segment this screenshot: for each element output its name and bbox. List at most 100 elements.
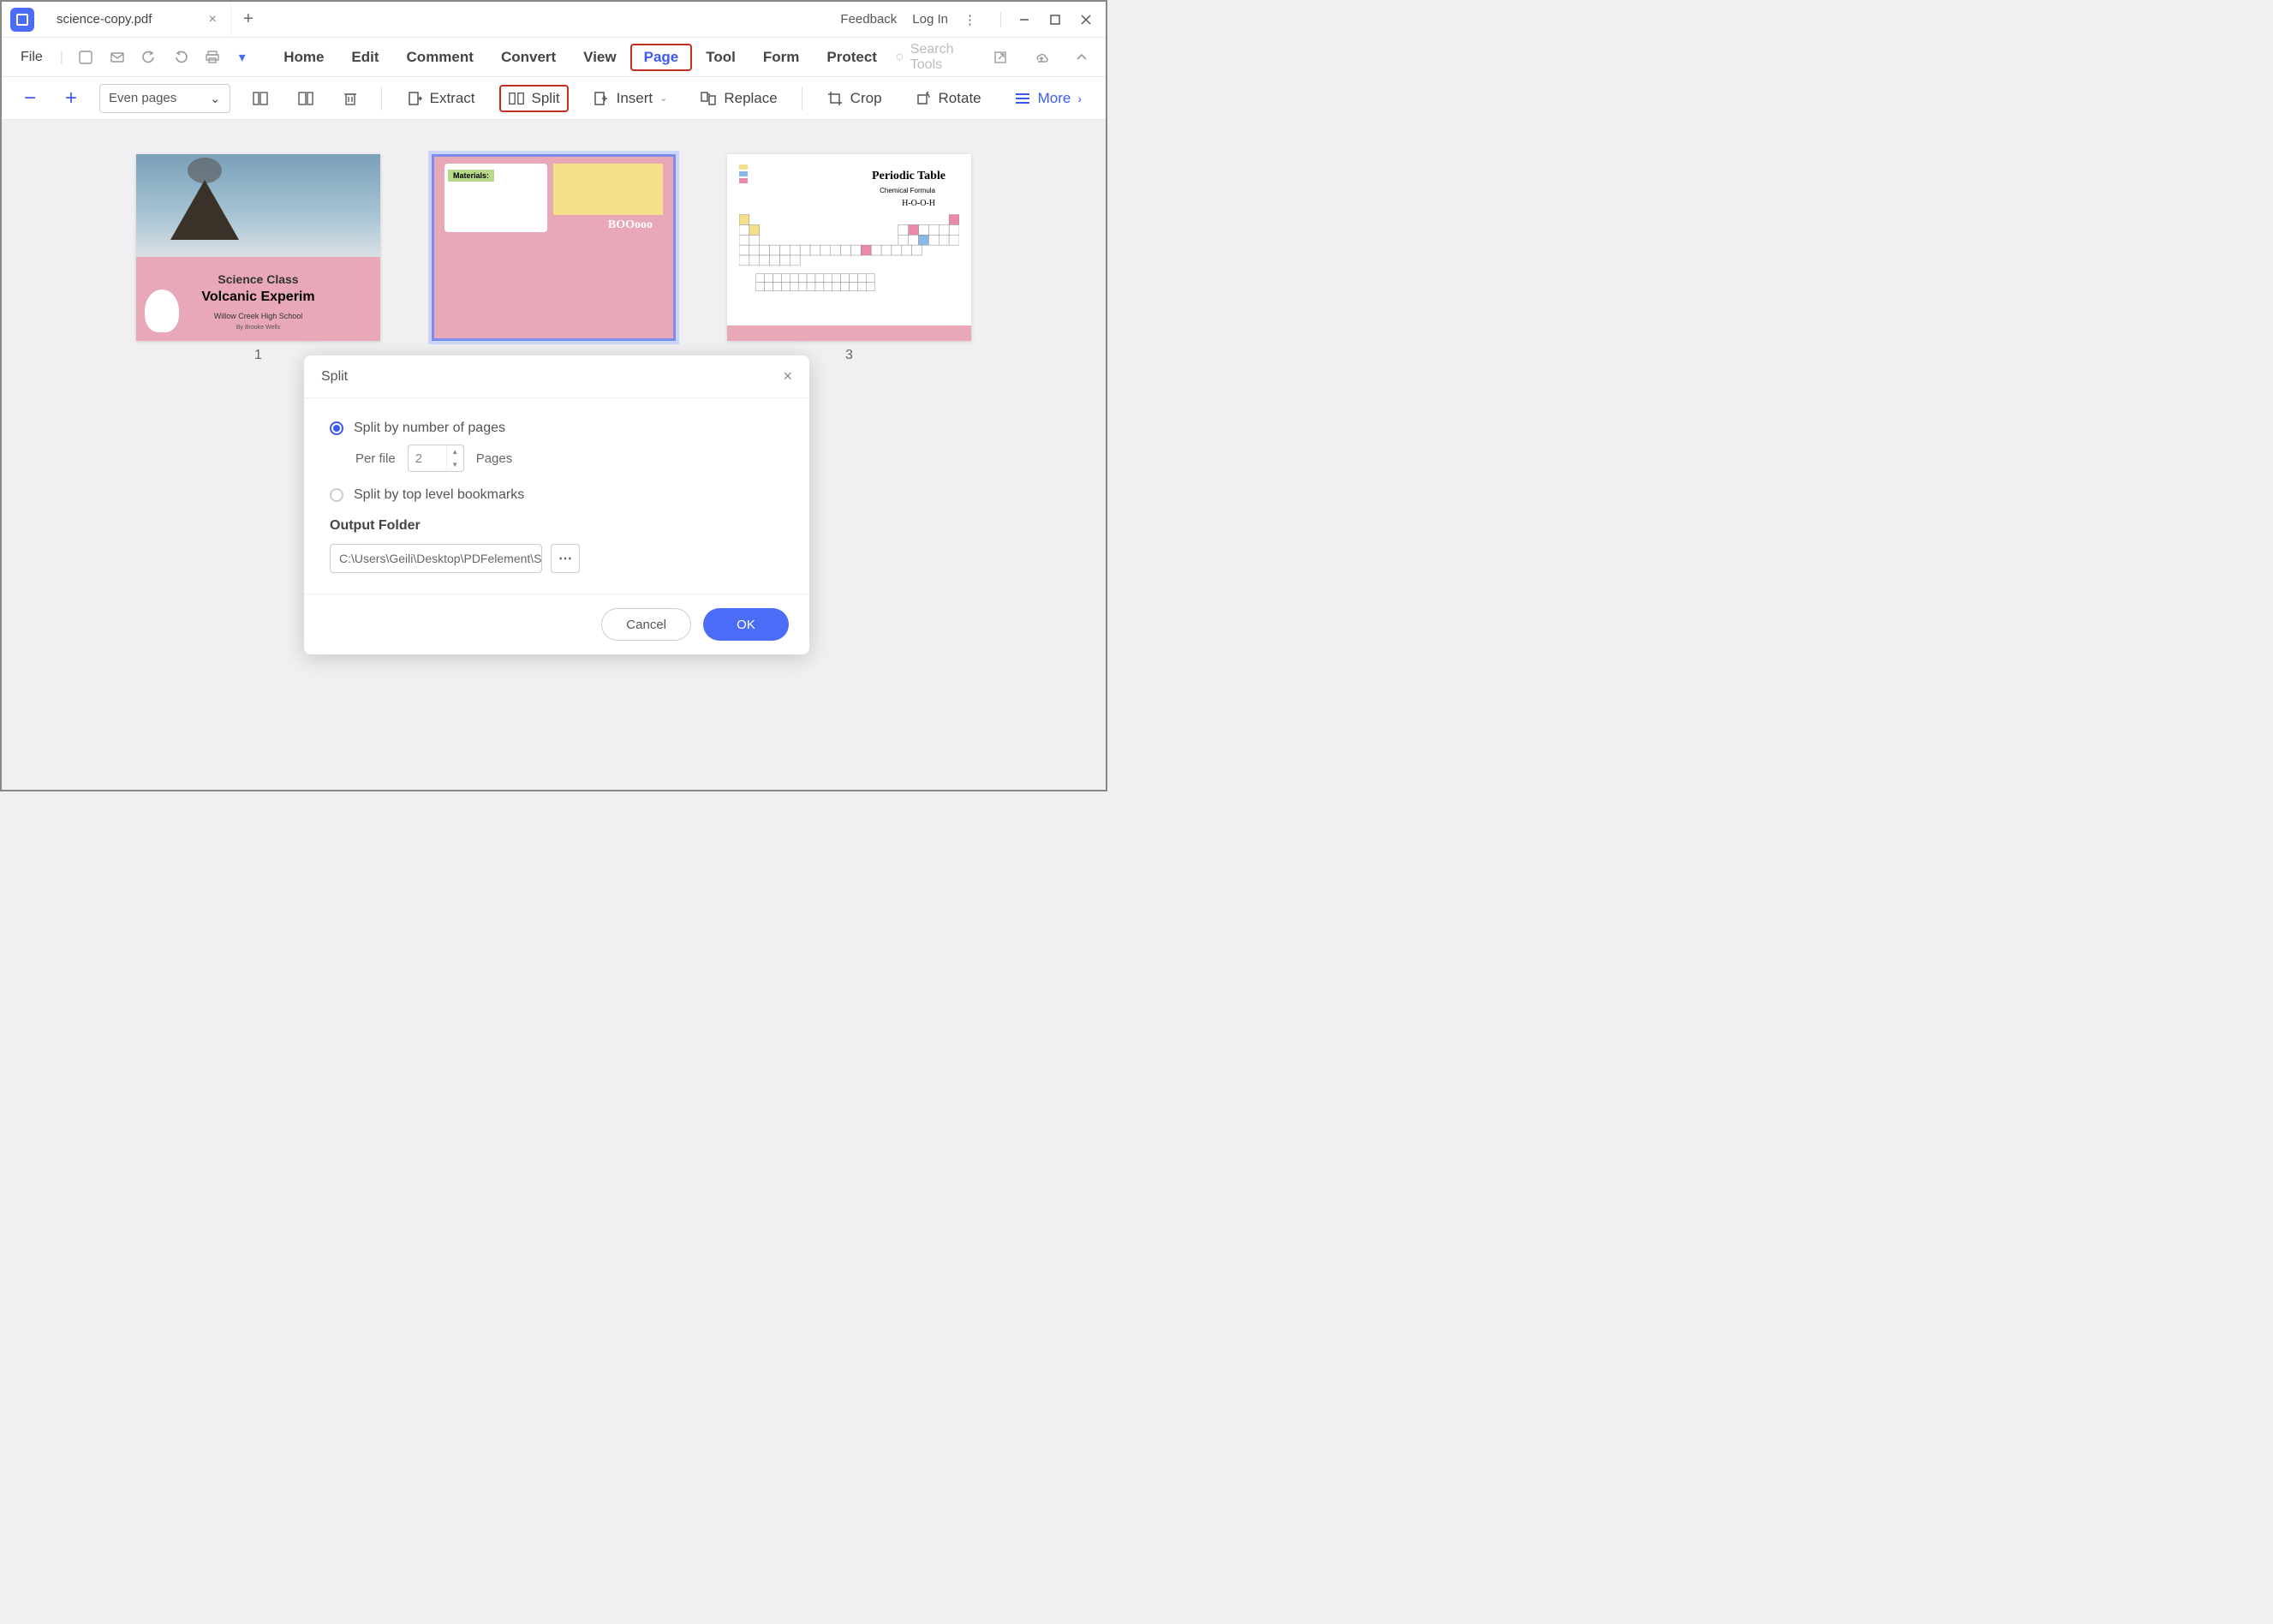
more-button[interactable]: More › (1005, 85, 1090, 112)
app-logo-icon (10, 8, 34, 32)
new-tab-button[interactable]: + (243, 9, 254, 29)
per-file-value: 2 (409, 445, 446, 471)
page-number-1: 1 (254, 348, 262, 363)
chevron-right-icon: › (1077, 92, 1082, 105)
menu-convert[interactable]: Convert (487, 44, 570, 71)
menu-home[interactable]: Home (270, 44, 337, 71)
rotate-icon (915, 90, 932, 107)
file-menu[interactable]: File (12, 50, 51, 65)
close-tab-icon[interactable]: × (209, 12, 217, 27)
page-number-3: 3 (845, 348, 853, 363)
stepper-down-icon[interactable]: ▼ (447, 458, 463, 471)
delete-page-icon[interactable] (341, 88, 361, 109)
thumb3-formula: H-O-O-H (902, 199, 935, 208)
pages-suffix-label: Pages (476, 451, 513, 466)
quick-access-dropdown-icon[interactable]: ▾ (233, 47, 251, 68)
thumb2-boo: BOOooo (608, 218, 653, 232)
more-icon (1014, 90, 1031, 107)
page-layout-right-icon[interactable] (295, 88, 315, 109)
redo-icon[interactable] (172, 47, 190, 68)
dialog-close-icon[interactable]: × (783, 367, 792, 385)
document-tab[interactable]: science-copy.pdf × (43, 2, 231, 37)
split-dialog: Split × Split by number of pages Per fil… (304, 355, 809, 654)
page-toolbar: − + Even pages ⌄ Extract Split Insert ⌄ … (2, 77, 1106, 120)
more-label: More (1038, 90, 1071, 107)
menu-view[interactable]: View (570, 44, 629, 71)
menu-comment[interactable]: Comment (393, 44, 487, 71)
mail-icon[interactable] (109, 47, 127, 68)
titlebar: science-copy.pdf × + Feedback Log In ⋮ (2, 2, 1106, 38)
split-button[interactable]: Split (499, 85, 569, 112)
ok-button[interactable]: OK (703, 608, 789, 641)
stepper-up-icon[interactable]: ▲ (447, 445, 463, 458)
periodic-table-icon (739, 214, 959, 300)
crop-button[interactable]: Crop (818, 85, 891, 112)
cloud-icon[interactable] (1033, 47, 1049, 68)
thumb1-line1: Science Class (136, 272, 380, 286)
chevron-down-icon: ⌄ (659, 93, 667, 104)
menu-edit[interactable]: Edit (337, 44, 392, 71)
thumb3-sub: Chemical Formula (880, 187, 935, 194)
more-menu-icon[interactable]: ⋮ (963, 12, 976, 27)
thumb1-line3: Willow Creek High School (136, 312, 380, 320)
save-icon[interactable] (77, 47, 95, 68)
menu-protect[interactable]: Protect (813, 44, 891, 71)
print-icon[interactable] (203, 47, 221, 68)
dialog-title: Split (321, 369, 348, 385)
radio-split-by-pages[interactable]: Split by number of pages (330, 421, 784, 436)
page-thumb-3[interactable]: Periodic Table Chemical Formula H-O-O-H (727, 154, 971, 341)
replace-button[interactable]: Replace (691, 85, 785, 112)
split-icon (508, 90, 525, 107)
close-window-icon[interactable] (1078, 12, 1094, 27)
menu-form[interactable]: Form (749, 44, 814, 71)
insert-label: Insert (617, 90, 653, 107)
menu-page[interactable]: Page (630, 44, 693, 71)
output-path-input[interactable]: C:\Users\Geili\Desktop\PDFelement\Sp (330, 544, 542, 573)
share-icon[interactable] (993, 47, 1009, 68)
page-thumbnails-area: Science Class Volcanic Experim Willow Cr… (2, 120, 1106, 790)
page-filter-value: Even pages (109, 91, 176, 105)
output-folder-label: Output Folder (330, 518, 784, 534)
per-file-label: Per file (355, 451, 396, 466)
browse-folder-button[interactable]: ⋯ (551, 544, 580, 573)
radio-split-by-bookmarks[interactable]: Split by top level bookmarks (330, 487, 784, 503)
rotate-label: Rotate (939, 90, 981, 107)
insert-icon (593, 90, 610, 107)
undo-icon[interactable] (140, 47, 158, 68)
thumb2-materials: Materials: (448, 170, 494, 182)
page-thumb-2[interactable]: Materials: BOOooo (432, 154, 676, 341)
page-layout-left-icon[interactable] (251, 88, 271, 109)
search-tools[interactable]: Search Tools (894, 42, 974, 73)
tab-title: science-copy.pdf (57, 12, 199, 27)
zoom-in-button[interactable]: + (58, 87, 84, 110)
insert-button[interactable]: Insert ⌄ (584, 85, 677, 112)
replace-icon (700, 90, 717, 107)
login-link[interactable]: Log In (912, 12, 948, 27)
extract-button[interactable]: Extract (397, 85, 484, 112)
radio-pages-label: Split by number of pages (354, 421, 505, 436)
thumb3-title: Periodic Table (872, 170, 946, 183)
radio-bookmarks-label: Split by top level bookmarks (354, 487, 524, 503)
per-file-input[interactable]: 2 ▲ ▼ (408, 445, 464, 472)
replace-label: Replace (724, 90, 777, 107)
thumb1-line2: Volcanic Experim (136, 290, 380, 305)
extract-label: Extract (430, 90, 475, 107)
crop-label: Crop (850, 90, 882, 107)
thumb1-line4: By Brooke Wells (136, 325, 380, 331)
zoom-out-button[interactable]: − (17, 87, 43, 110)
menubar: File | ▾ HomeEditCommentConvertViewPageT… (2, 38, 1106, 77)
output-path-value: C:\Users\Geili\Desktop\PDFelement\Sp (339, 552, 542, 565)
chevron-down-icon: ⌄ (210, 91, 221, 106)
page-thumb-1[interactable]: Science Class Volcanic Experim Willow Cr… (136, 154, 380, 341)
cancel-button[interactable]: Cancel (601, 608, 691, 641)
maximize-icon[interactable] (1047, 12, 1063, 27)
split-label: Split (532, 90, 560, 107)
page-filter-select[interactable]: Even pages ⌄ (99, 84, 230, 113)
radio-off-icon (330, 488, 343, 502)
collapse-ribbon-icon[interactable] (1074, 47, 1090, 68)
extract-icon (406, 90, 423, 107)
menu-tool[interactable]: Tool (692, 44, 749, 71)
rotate-button[interactable]: Rotate (906, 85, 990, 112)
minimize-icon[interactable] (1017, 12, 1032, 27)
feedback-link[interactable]: Feedback (840, 12, 897, 27)
